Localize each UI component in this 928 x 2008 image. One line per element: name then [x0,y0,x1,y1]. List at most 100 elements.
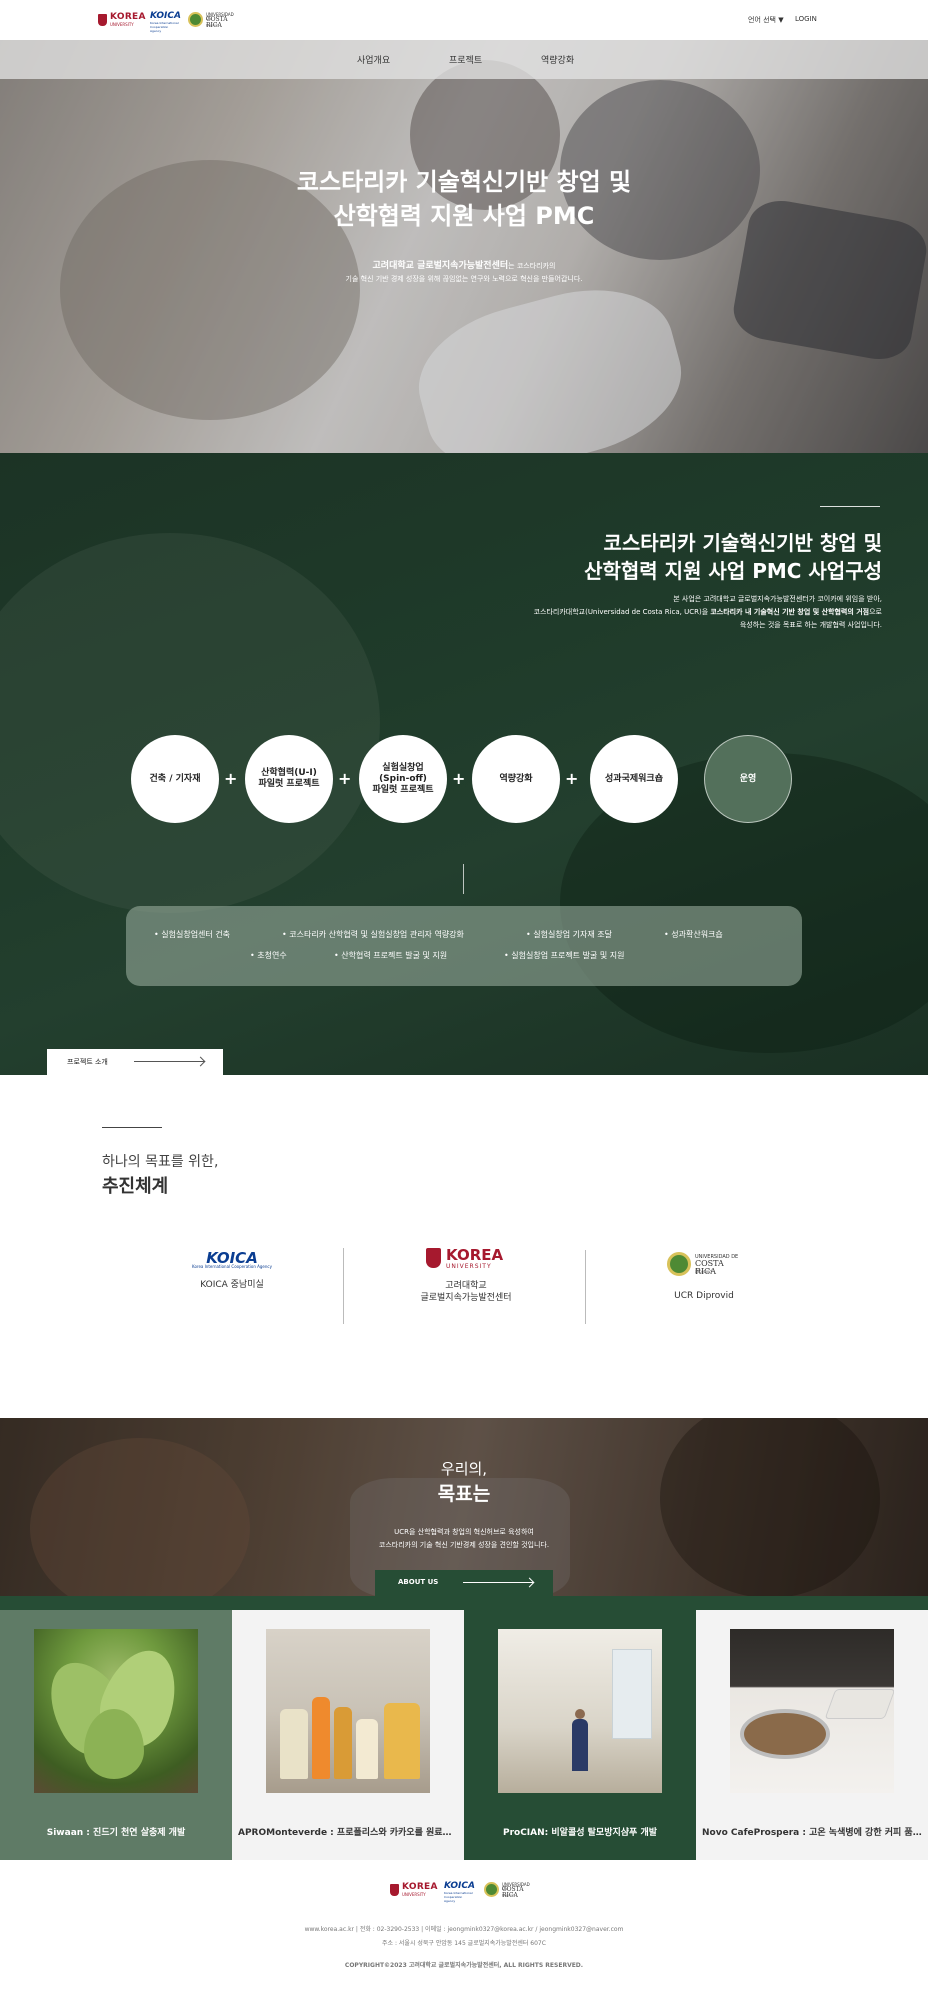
project-caption[interactable]: Novo CafeProspera : 고온 녹색병에 강한 커피 품종 개발 [702,1825,922,1838]
circle-label: (Spin-off) [379,773,427,784]
hero-overlay [0,40,928,453]
projects-top-strip [0,1596,928,1610]
project-card[interactable]: Novo CafeProspera : 고온 녹색병에 강한 커피 품종 개발 [696,1610,928,1860]
project-image-products[interactable] [266,1629,430,1793]
bottle-shape [334,1707,352,1779]
component-circle-workshop: 성과국제워크숍 [590,735,678,823]
plus-sign: + [452,769,466,788]
korea-university-logo[interactable]: KOREA UNIVERSITY [98,12,146,29]
component-circle-spinoff-pilot: 실험실창업 (Spin-off) 파일럿 프로젝트 [359,735,447,823]
circle-label: 역량강화 [499,773,533,784]
ucr-seal-icon [188,12,203,27]
composition-title-line: 코스타리카 기술혁신기반 창업 및 [603,531,883,555]
hero-sub-text: 는 코스타리카의 [508,262,556,270]
circle-label: 산학협력(U-I) [261,768,317,778]
nav-item-projects[interactable]: 프로젝트 [449,53,482,66]
org-korea-university: KOREA UNIVERSITY 고려대학교 글로벌지속가능발전센터 [404,1248,528,1304]
org-name: 글로벌지속가능발전센터 [420,1293,512,1303]
bottle-shape [280,1709,308,1779]
hero-sub-text: 기술 혁신 기반 경제 성장을 위해 끊임없는 연구와 노력으로 혁신을 만들어… [345,275,583,283]
task-item: • 산학협력 프로젝트 발굴 및 지원 [334,951,448,960]
person-shape [572,1719,588,1771]
footer-logos: KOREA UNIVERSITY KOICA Korea Internation… [390,1880,538,1904]
section-divider [102,1127,162,1128]
about-us-label: ABOUT US [398,1578,439,1586]
project-image-hallway[interactable] [498,1629,662,1793]
circle-label: 파일럿 프로젝트 [372,784,434,795]
korea-logo-text: KOREA [110,12,146,22]
korea-university-logo: KOREA UNIVERSITY [426,1248,506,1274]
description-line: 본 사업은 고려대학교 글로벌지속가능발전센터가 코이카에 위임을 받아, [673,595,882,603]
hero-title-line: 코스타리카 기술혁신기반 창업 및 [296,168,632,196]
person-head-shape [575,1709,585,1719]
nav-item-overview[interactable]: 사업개요 [357,53,390,66]
component-circle-ui-pilot: 산학협력(U-I) 파일럿 프로젝트 [245,735,333,823]
goals-subtitle: 우리의, [440,1460,488,1478]
hero-title-line: 산학협력 지원 사업 PMC [333,202,595,230]
hero-section: 사업개요 프로젝트 역량강화 코스타리카 기술혁신기반 창업 및 산학협력 지원… [0,40,928,453]
language-select[interactable]: 언어 선택 ▼ [748,15,784,25]
korea-logo-subtext: UNIVERSITY [446,1263,492,1270]
ucr-logo[interactable]: UNIVERSIDAD DE COSTA RICA Diprovid [188,11,236,29]
koica-logo: KOICA Korea International Cooperation Ag… [172,1251,292,1270]
arrow-right-icon [463,1582,533,1583]
korea-logo-text: KOREA [402,1882,438,1892]
goals-description-line: UCR을 산학협력과 창업의 혁신허브로 육성하여 [394,1528,534,1536]
description-text: 으로 [869,608,882,616]
korea-logo-subtext: UNIVERSITY [110,22,134,27]
org-name: KOICA 중남미실 [200,1280,264,1290]
koica-logo-text: KOICA [150,11,181,21]
background-photo-shape [0,533,380,913]
system-title: 추진체계 [102,1176,169,1197]
footer-address: 주소 : 서울시 성북구 안암동 145 글로벌지속가능발전센터 607C [382,1940,546,1947]
koica-logo[interactable]: KOICA Korea International Cooperation Ag… [444,1882,475,1904]
org-ucr: UNIVERSIDAD DE COSTA RICA Diprovid UCR D… [654,1252,754,1302]
goals-description-line: 코스타리카의 기술 혁신 기반경제 성장을 견인할 것입니다. [378,1541,550,1549]
project-card[interactable]: Siwaan : 진드기 천연 살충제 개발 [0,1610,232,1860]
bottle-shape [312,1697,330,1779]
task-item: • 초청연수 [250,951,287,960]
circle-label: 실험실창업 [382,762,424,773]
koica-logo[interactable]: KOICA Korea International Cooperation Ag… [150,11,181,34]
ucr-logo-sub: Diprovid [695,1269,712,1274]
section-divider [820,506,880,507]
bottle-shape [356,1719,378,1779]
about-us-button[interactable]: ABOUT US [375,1570,553,1596]
hero-sub-bold: 고려대학교 글로벌지속가능발전센터 [372,261,509,271]
project-caption[interactable]: ProCIAN: 비알콜성 탈모방지샴푸 개발 [470,1825,690,1838]
hero-subtitle: 고려대학교 글로벌지속가능발전센터는 코스타리카의 기술 혁신 기반 경제 성장… [250,260,678,286]
component-circle-operation: 운영 [704,735,792,823]
ucr-logo[interactable]: UNIVERSIDAD DE COSTA RICA Diprovid [484,1881,532,1899]
composition-description: 본 사업은 고려대학교 글로벌지속가능발전센터가 코이카에 위임을 받아, 코스… [400,593,882,632]
tray-shape [824,1689,894,1719]
ucr-seal-icon [667,1252,691,1276]
nav-item-capacity[interactable]: 역량강화 [541,53,574,66]
circle-label: 건축 / 기자재 [149,773,201,784]
project-card[interactable]: APROMonteverde : 프로폴리스와 카카오를 원료로 한 천연 비누… [232,1610,464,1860]
poster-shape [612,1649,652,1739]
project-card[interactable]: ProCIAN: 비알콜성 탈모방지샴푸 개발 [464,1610,696,1860]
component-circle-construction: 건축 / 기자재 [131,735,219,823]
org-name: UCR Diprovid [674,1291,734,1301]
task-item: • 성과확산워크숍 [664,930,723,939]
project-image-coffee[interactable] [730,1629,894,1793]
composition-title-line: 산학협력 지원 사업 PMC 사업구성 [584,559,882,583]
circle-label: 파일럿 프로젝트 [258,779,320,789]
goals-section: 우리의, 목표는 UCR을 산학협력과 창업의 혁신허브로 육성하여 코스타리카… [0,1418,928,1596]
korea-university-crest-icon [98,14,107,26]
project-intro-button[interactable]: 프로젝트 소개 [47,1049,223,1075]
project-caption[interactable]: Siwaan : 진드기 천연 살충제 개발 [6,1825,226,1838]
tasks-box: • 실험실창업센터 건축 • 코스타리카 산학협력 및 실험실창업 관리자 역량… [126,906,802,986]
korea-university-logo[interactable]: KOREA UNIVERSITY [390,1882,438,1899]
project-image-plant[interactable] [34,1629,198,1793]
koica-logo-subtext: Korea International Cooperation Agency [444,1891,473,1903]
login-link[interactable]: LOGIN [795,15,817,23]
hero-title: 코스타리카 기술혁신기반 창업 및 산학협력 지원 사업 PMC [200,165,728,233]
project-caption[interactable]: APROMonteverde : 프로폴리스와 카카오를 원료로 한 천연 비누… [238,1825,458,1838]
ucr-logo-sub: Diprovid [502,1893,515,1897]
ucr-logo-sub: Diprovid [206,23,219,27]
footer-copyright: COPYRIGHT©2023 고려대학교 글로벌지속가능발전센터, ALL RI… [344,1962,584,1969]
org-name: 고려대학교 [445,1281,487,1291]
koica-logo-subtext: Korea International Cooperation Agency [192,1264,272,1269]
org-divider [585,1250,586,1324]
